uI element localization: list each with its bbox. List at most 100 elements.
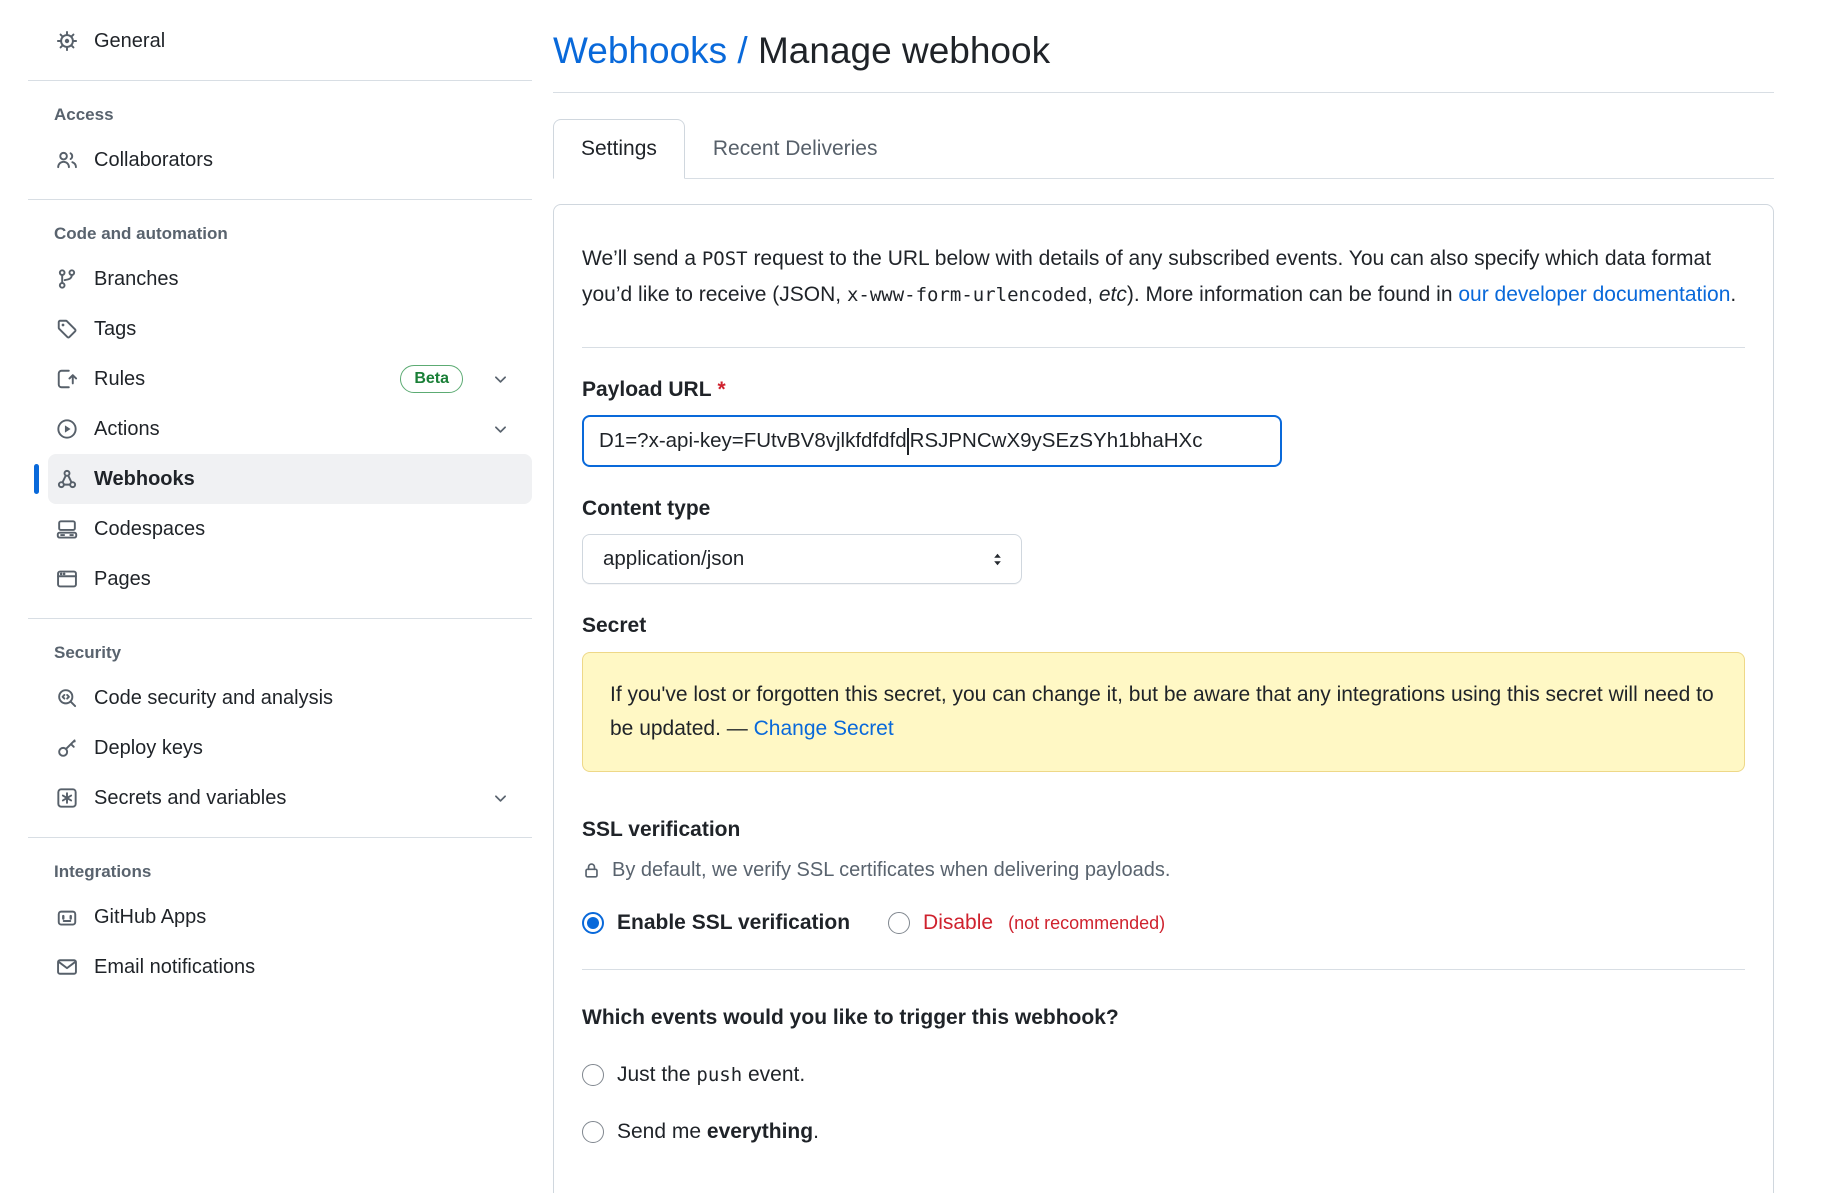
inline-code: POST <box>702 248 748 270</box>
chevron-down-icon <box>491 370 510 389</box>
play-icon <box>56 418 78 440</box>
sidebar-item-label: General <box>94 30 165 53</box>
required-asterisk: * <box>718 378 726 401</box>
sidebar-item-label: Pages <box>94 568 151 591</box>
sidebar-item-rules[interactable]: RulesBeta <box>48 354 532 404</box>
developer-documentation-link[interactable]: our developer documentation <box>1458 283 1730 306</box>
key-icon <box>56 737 78 759</box>
inline-code: x-www-form-urlencoded <box>847 284 1087 306</box>
send-everything-radio[interactable] <box>582 1121 604 1143</box>
sidebar-item-github-apps[interactable]: GitHub Apps <box>48 892 532 942</box>
sidebar-item-label: Branches <box>94 268 179 291</box>
sidebar-section-title: Access <box>54 105 532 125</box>
sidebar-item-code-security-and-analysis[interactable]: Code security and analysis <box>48 673 532 723</box>
page-header: Webhooks / Manage webhook <box>553 30 1774 93</box>
disable-ssl-note: (not recommended) <box>1008 913 1165 934</box>
sidebar-item-label: Codespaces <box>94 518 205 541</box>
webhooks-breadcrumb-link[interactable]: Webhooks / <box>553 30 748 71</box>
disable-ssl-radio[interactable] <box>888 912 910 934</box>
sidebar-item-label: Email notifications <box>94 956 255 979</box>
sidebar-section: Integrations GitHub Apps Email notificatio… <box>28 837 532 1006</box>
enable-ssl-label: Enable SSL verification <box>617 911 850 935</box>
event-option-label: Just the push event. <box>617 1063 805 1087</box>
sidebar-item-deploy-keys[interactable]: Deploy keys <box>48 723 532 773</box>
asterisk-box-icon <box>56 787 78 809</box>
sidebar-section: Security Code security and analysisDeploy… <box>28 618 532 837</box>
sidebar-item-label: Tags <box>94 318 136 341</box>
sidebar-item-actions[interactable]: Actions <box>48 404 532 454</box>
people-icon <box>56 149 78 171</box>
up-down-stepper-icon <box>989 551 1006 568</box>
send-everything-option[interactable]: Send me everything. <box>582 1120 1745 1144</box>
secret-label: Secret <box>582 614 1745 638</box>
webhook-description: We’ll send a POST request to the URL bel… <box>582 241 1745 313</box>
change-secret-link[interactable]: Change Secret <box>754 717 894 740</box>
hubot-icon <box>56 906 78 928</box>
events-heading: Which events would you like to trigger t… <box>582 1006 1745 1030</box>
content-type-value: application/json <box>603 547 744 571</box>
text-span: . <box>1730 283 1736 306</box>
sidebar-item-general[interactable]: General <box>48 16 532 66</box>
divider <box>582 347 1745 348</box>
git-branch-icon <box>56 268 78 290</box>
text-span: , <box>1087 283 1099 306</box>
payload-url-field: Payload URL * D1=?x-api-key=FUtvBV8vjlkfd… <box>582 378 1745 467</box>
tag-icon <box>56 318 78 340</box>
sidebar-section: Access Collaborators <box>28 80 532 199</box>
event-options: Just the push event. Send me everything. <box>582 1063 1745 1144</box>
sidebar-item-tags[interactable]: Tags <box>48 304 532 354</box>
chevron-down-icon <box>491 420 510 439</box>
divider <box>582 969 1745 970</box>
just-push-option[interactable]: Just the push event. <box>582 1063 1745 1087</box>
payload-url-input[interactable]: D1=?x-api-key=FUtvBV8vjlkfdfdfdRSJPNCwX9… <box>582 415 1282 467</box>
chevron-down-icon <box>491 789 510 808</box>
page-title: Webhooks / Manage webhook <box>553 30 1774 72</box>
enable-ssl-radio[interactable] <box>582 912 604 934</box>
tab-settings[interactable]: Settings <box>553 119 685 179</box>
webhook-tabs: SettingsRecent Deliveries <box>553 119 1774 179</box>
content-type-field: Content type application/json <box>582 497 1745 584</box>
sidebar-item-codespaces[interactable]: Codespaces <box>48 504 532 554</box>
code-scan-icon <box>56 687 78 709</box>
codespaces-icon <box>56 518 78 540</box>
sidebar-item-collaborators[interactable]: Collaborators <box>48 135 532 185</box>
sidebar-section: General <box>28 6 532 80</box>
tab-recent-deliveries[interactable]: Recent Deliveries <box>685 119 906 178</box>
input-text-after-caret: RSJPNCwX9ySEzSYh1bhaHXc <box>910 429 1203 453</box>
text-span: everything <box>707 1120 813 1143</box>
content-type-select[interactable]: application/json <box>582 534 1022 584</box>
payload-url-label: Payload URL <box>582 378 712 401</box>
browser-icon <box>56 568 78 590</box>
sidebar-item-email-notifications[interactable]: Email notifications <box>48 942 532 992</box>
inline-code: push <box>696 1064 742 1086</box>
disable-ssl-label: Disable <box>923 911 993 935</box>
sidebar-item-label: Actions <box>94 418 160 441</box>
text-span: Send me <box>617 1120 707 1143</box>
sidebar-section-title: Integrations <box>54 862 532 882</box>
content-type-label: Content type <box>582 497 1745 521</box>
sidebar-item-branches[interactable]: Branches <box>48 254 532 304</box>
ssl-options: Enable SSL verification Disable (not rec… <box>582 911 1745 935</box>
settings-sidebar: General Access Collaborators Code and autom… <box>0 0 532 1193</box>
sidebar-item-pages[interactable]: Pages <box>48 554 532 604</box>
page-title-text: Manage webhook <box>758 30 1050 71</box>
gear-icon <box>56 30 78 52</box>
sidebar-section-title: Code and automation <box>54 224 532 244</box>
webhook-settings-box: We’ll send a POST request to the URL bel… <box>553 204 1774 1193</box>
sidebar-item-secrets-and-variables[interactable]: Secrets and variables <box>48 773 532 823</box>
ssl-note-text: By default, we verify SSL certificates w… <box>612 859 1170 882</box>
sidebar-item-webhooks[interactable]: Webhooks <box>48 454 532 504</box>
sidebar-section-title: Security <box>54 643 532 663</box>
disable-ssl-option[interactable]: Disable (not recommended) <box>888 911 1165 935</box>
webhook-settings-main: Webhooks / Manage webhook SettingsRecent… <box>553 0 1774 1193</box>
enable-ssl-option[interactable]: Enable SSL verification <box>582 911 850 935</box>
just-push-radio[interactable] <box>582 1064 604 1086</box>
lock-icon <box>582 861 601 880</box>
sidebar-item-label: Rules <box>94 368 145 391</box>
secret-warning: If you've lost or forgotten this secret,… <box>582 652 1745 772</box>
event-option-label: Send me everything. <box>617 1120 819 1144</box>
text-span: event. <box>742 1063 805 1086</box>
sidebar-item-label: GitHub Apps <box>94 906 206 929</box>
ssl-verification-heading: SSL verification <box>582 818 1745 842</box>
text-span: . <box>813 1120 819 1143</box>
